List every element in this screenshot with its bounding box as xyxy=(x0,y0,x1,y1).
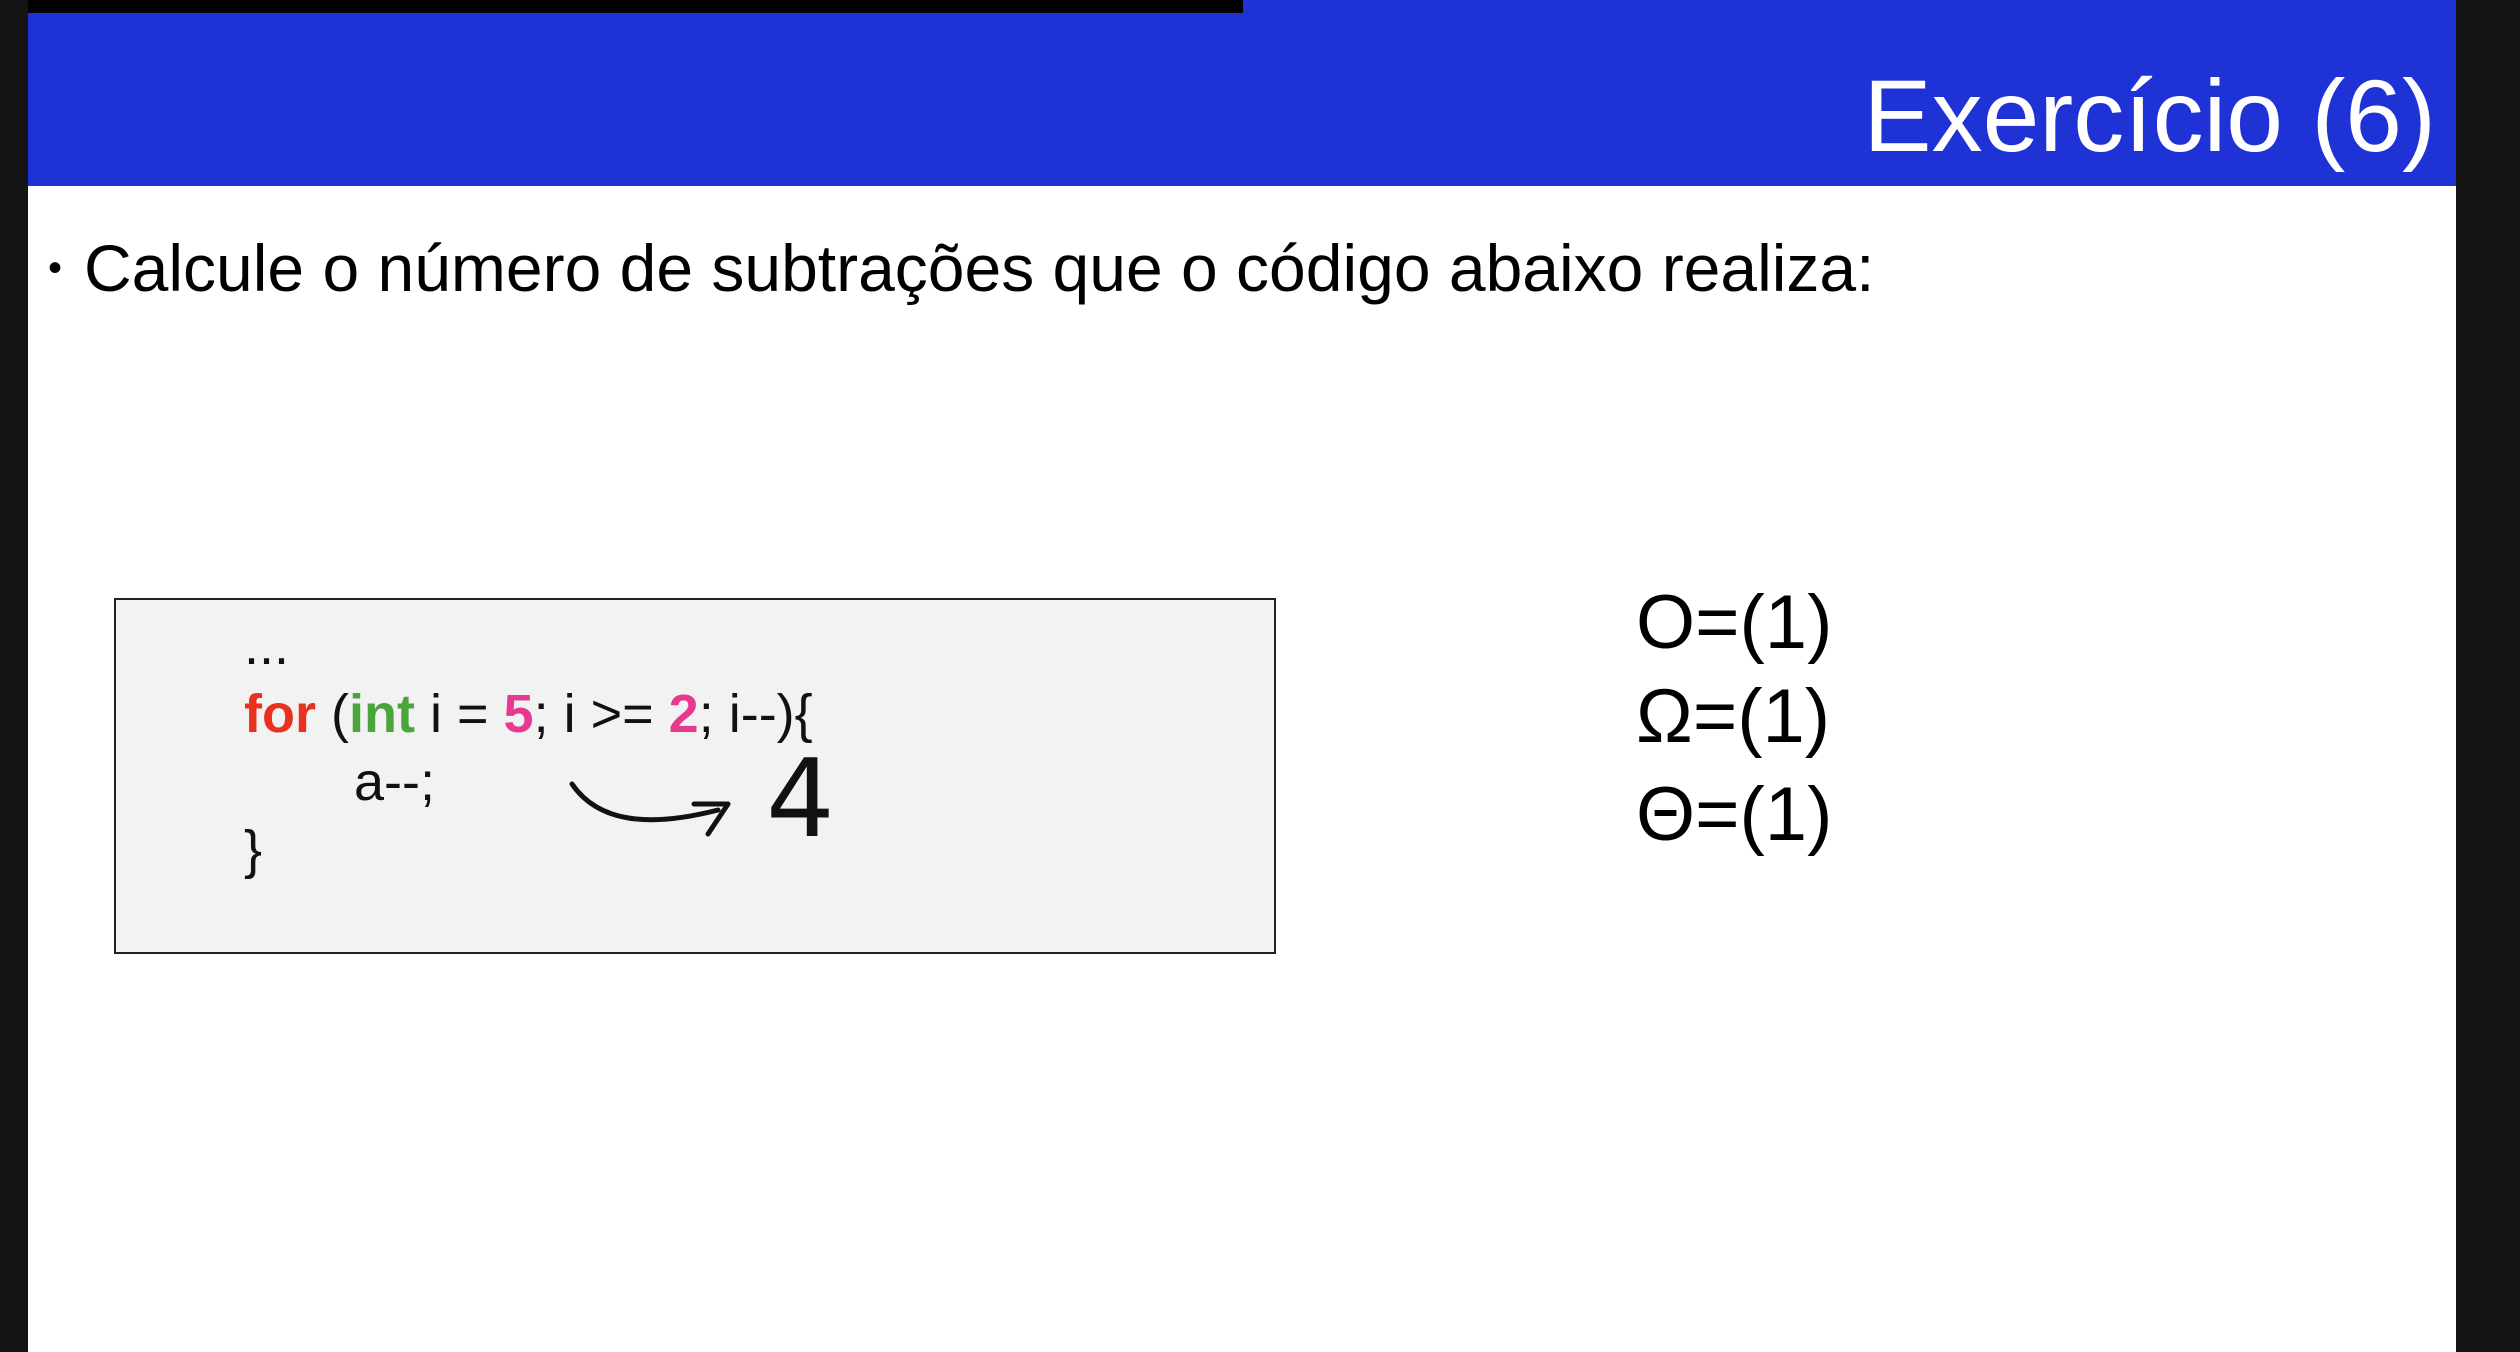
presentation-slide: Exercício (6) • Calcule o número de subtr… xyxy=(28,0,2456,1352)
int-keyword: int xyxy=(348,684,415,744)
bullet-item: • Calcule o número de subtrações que o có… xyxy=(48,228,1874,314)
cond-value: 2 xyxy=(668,684,699,744)
bullet-marker: • xyxy=(48,245,63,290)
handwritten-arrow-annotation: 4 xyxy=(569,752,835,862)
tail-text: ; i--){ xyxy=(698,684,813,744)
bullet-text: Calcule o número de subtrações que o cód… xyxy=(84,231,1875,305)
big-o-notation: O=(1) xyxy=(1636,580,1833,665)
code-closing-brace: } xyxy=(244,820,263,880)
code-body-line: a--; xyxy=(354,752,435,812)
cond-text: ; i >= xyxy=(533,684,669,744)
handwritten-answer: 4 xyxy=(766,752,835,862)
slide-title-bar: Exercício (6) xyxy=(28,0,2456,186)
left-window-edge xyxy=(0,0,28,1352)
code-ellipsis: ... xyxy=(244,616,290,676)
for-keyword: for xyxy=(244,684,316,744)
code-for-line: for (int i = 5; i >= 2; i--){ xyxy=(244,682,813,746)
big-theta-notation: Θ=(1) xyxy=(1636,772,1833,857)
init-value: 5 xyxy=(503,684,534,744)
handwritten-arrow-head xyxy=(691,801,731,837)
init-text: i = xyxy=(414,684,504,744)
paren-open: ( xyxy=(315,684,349,744)
slide-title: Exercício (6) xyxy=(1863,59,2436,173)
big-omega-notation: Ω=(1) xyxy=(1636,674,1831,759)
screen: Exercício (6) • Calcule o número de subtr… xyxy=(0,0,2520,1352)
top-dark-strip xyxy=(28,0,1243,13)
right-window-edge xyxy=(2456,0,2520,1352)
